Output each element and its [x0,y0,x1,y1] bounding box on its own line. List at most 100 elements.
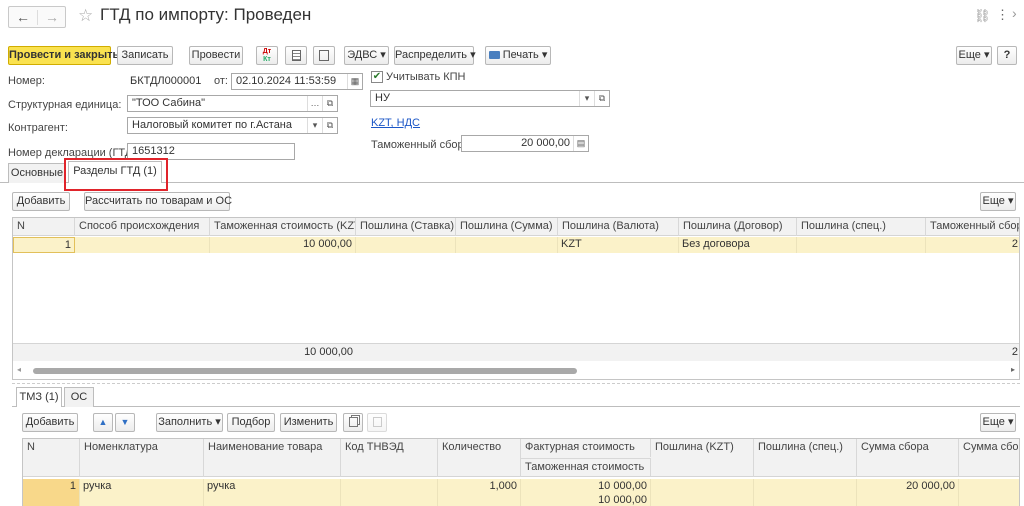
pick-button[interactable]: Подбор [227,413,275,432]
scroll-thumb[interactable] [33,368,577,374]
col-duty-special[interactable]: Пошлина (спец.) [754,439,857,477]
col-duty-contract[interactable]: Пошлина (Договор) [679,218,797,236]
col-duty-special[interactable]: Пошлина (спец.) [797,218,926,236]
open-icon[interactable]: ⧉ [594,91,609,106]
page-title: ГТД по импорту: Проведен [100,5,312,24]
back-arrow-icon[interactable]: ← [16,9,30,25]
row-fee[interactable]: 2 [926,237,1019,253]
col-customs-fee[interactable]: Таможенный сбор [926,218,1019,236]
add-section-button[interactable]: Добавить [12,192,70,211]
dropdown-icon[interactable]: ▾ [307,118,322,133]
col-tnved[interactable]: Код ТНВЭД [341,439,438,477]
col-duty-kzt[interactable]: Пошлина (KZT) [651,439,754,477]
move-down-button[interactable]: ▼ [115,413,135,432]
date-field[interactable]: 02.10.2024 11:53:59 ▦ [231,73,363,90]
tab-tmz[interactable]: ТМЗ (1) [16,387,62,407]
close-icon[interactable]: › [1012,5,1017,21]
row-nomenclature[interactable]: ручка [80,479,204,506]
paste-icon [372,417,382,427]
link-icon[interactable]: ⛓ [974,8,991,24]
calculator-icon[interactable]: ▤ [573,136,588,151]
row-currency[interactable]: KZT [558,237,679,253]
kpn-checkbox[interactable]: ✔ [371,71,383,83]
nav-buttons: ← → [8,6,66,28]
add-goods-button[interactable]: Добавить [22,413,78,432]
customs-fee-label: Таможенный сбор: [371,139,467,151]
calculate-button[interactable]: Рассчитать по товарам и ОС [84,192,232,211]
date-from-label: от: [214,75,228,87]
forward-arrow-icon[interactable]: → [45,9,59,25]
open-icon[interactable]: ⧉ [322,118,337,133]
sections-footer: 10 000,00 2 [13,343,1019,361]
edvs-button[interactable]: ЭДВС ▾ [344,46,389,65]
col-goods-name[interactable]: Наименование товара [204,439,341,477]
row-goods-name[interactable]: ручка [204,479,341,506]
change-button[interactable]: Изменить [280,413,337,432]
horizontal-scrollbar[interactable]: ◂ ▸ [13,363,1019,379]
table-row[interactable]: 1 10 000,00 KZT Без договора 2 [13,237,1019,253]
row-n-cell[interactable]: 1 [23,479,80,506]
post-and-close-button[interactable]: Провести и закрыть [8,46,119,65]
arrow-up-icon: ▲ [98,417,108,427]
scroll-left-icon[interactable]: ◂ [17,365,21,374]
table-row[interactable]: 1 ручка ручка 1,000 10 000,00 10 000,00 … [23,479,1019,506]
tab-main[interactable]: Основные [8,163,66,183]
col-customs-value[interactable]: Таможенная стоимость [521,458,651,476]
customs-fee-field[interactable]: 20 000,00 ▤ [461,135,589,152]
kpn-label: Учитывать КПН [386,71,466,83]
calendar-icon[interactable]: ▦ [347,74,362,89]
nu-select[interactable]: НУ ▾ ⧉ [370,90,610,107]
sections-table-header: N Способ происхождения Таможенная стоимо… [13,218,1019,236]
row-customs-value[interactable]: 10 000,00 [521,493,651,506]
post-button[interactable]: Провести [189,46,243,65]
fill-button[interactable]: Заполнить ▾ [156,413,223,432]
tab-os[interactable]: ОС [64,387,94,407]
row-n-cell[interactable]: 1 [13,237,75,253]
print-button[interactable]: Печать ▾ [485,46,551,65]
col-fee-sum[interactable]: Сумма сбора [857,439,959,477]
structure-icon [319,50,329,61]
goods-table-header: N Номенклатура Наименование товара Код Т… [23,439,1019,477]
favorite-star-icon[interactable]: ☆ [78,6,93,26]
currency-vat-link[interactable]: KZT, НДС [371,117,420,129]
copy-button[interactable] [343,413,363,432]
help-button[interactable]: ? [997,46,1017,65]
col-customs-value[interactable]: Таможенная стоимость (KZT) [210,218,356,236]
dt-kt-button[interactable]: Дт Кт [256,46,278,65]
structure-button[interactable] [313,46,335,65]
col-n[interactable]: N [23,439,80,477]
scroll-right-icon[interactable]: ▸ [1011,365,1015,374]
paste-button[interactable] [367,413,387,432]
splitter[interactable] [12,383,1020,384]
printer-icon [488,51,500,59]
dt-kt-icon: Дт Кт [262,48,272,63]
col-duty-sum[interactable]: Пошлина (Сумма) [456,218,558,236]
more-vert-icon[interactable]: ⋮ [996,7,1009,23]
open-icon[interactable]: ⧉ [322,96,337,111]
row-fee-sum[interactable]: 20 000,00 [857,479,959,506]
col-origin[interactable]: Способ происхождения [75,218,210,236]
document-list-button[interactable] [285,46,307,65]
col-quantity[interactable]: Количество [438,439,521,477]
col-duty-currency[interactable]: Пошлина (Валюта) [558,218,679,236]
sections-more-button[interactable]: Еще ▾ [980,192,1016,211]
sections-table: N Способ происхождения Таможенная стоимо… [12,217,1020,380]
col-duty-rate[interactable]: Пошлина (Ставка) [356,218,456,236]
contractor-field[interactable]: Налоговый комитет по г.Астана ▾ ⧉ [127,117,338,134]
col-fee-sum-2[interactable]: Сумма сбо [959,439,1019,477]
save-button[interactable]: Записать [117,46,173,65]
distribute-button[interactable]: Распределить ▾ [394,46,476,65]
col-invoice-value[interactable]: Фактурная стоимость [521,439,651,457]
select-dots-icon[interactable]: … [307,96,322,111]
unit-field[interactable]: "ТОО Сабина" … ⧉ [127,95,338,112]
row-customs-value[interactable]: 10 000,00 [210,237,356,253]
number-label: Номер: [8,75,45,87]
more-button[interactable]: Еще ▾ [956,46,992,65]
goods-more-button[interactable]: Еще ▾ [980,413,1016,432]
row-quantity[interactable]: 1,000 [438,479,521,506]
dropdown-icon[interactable]: ▾ [579,91,594,106]
row-contract[interactable]: Без договора [679,237,797,253]
col-nomenclature[interactable]: Номенклатура [80,439,204,477]
move-up-button[interactable]: ▲ [93,413,113,432]
col-n[interactable]: N [13,218,75,236]
